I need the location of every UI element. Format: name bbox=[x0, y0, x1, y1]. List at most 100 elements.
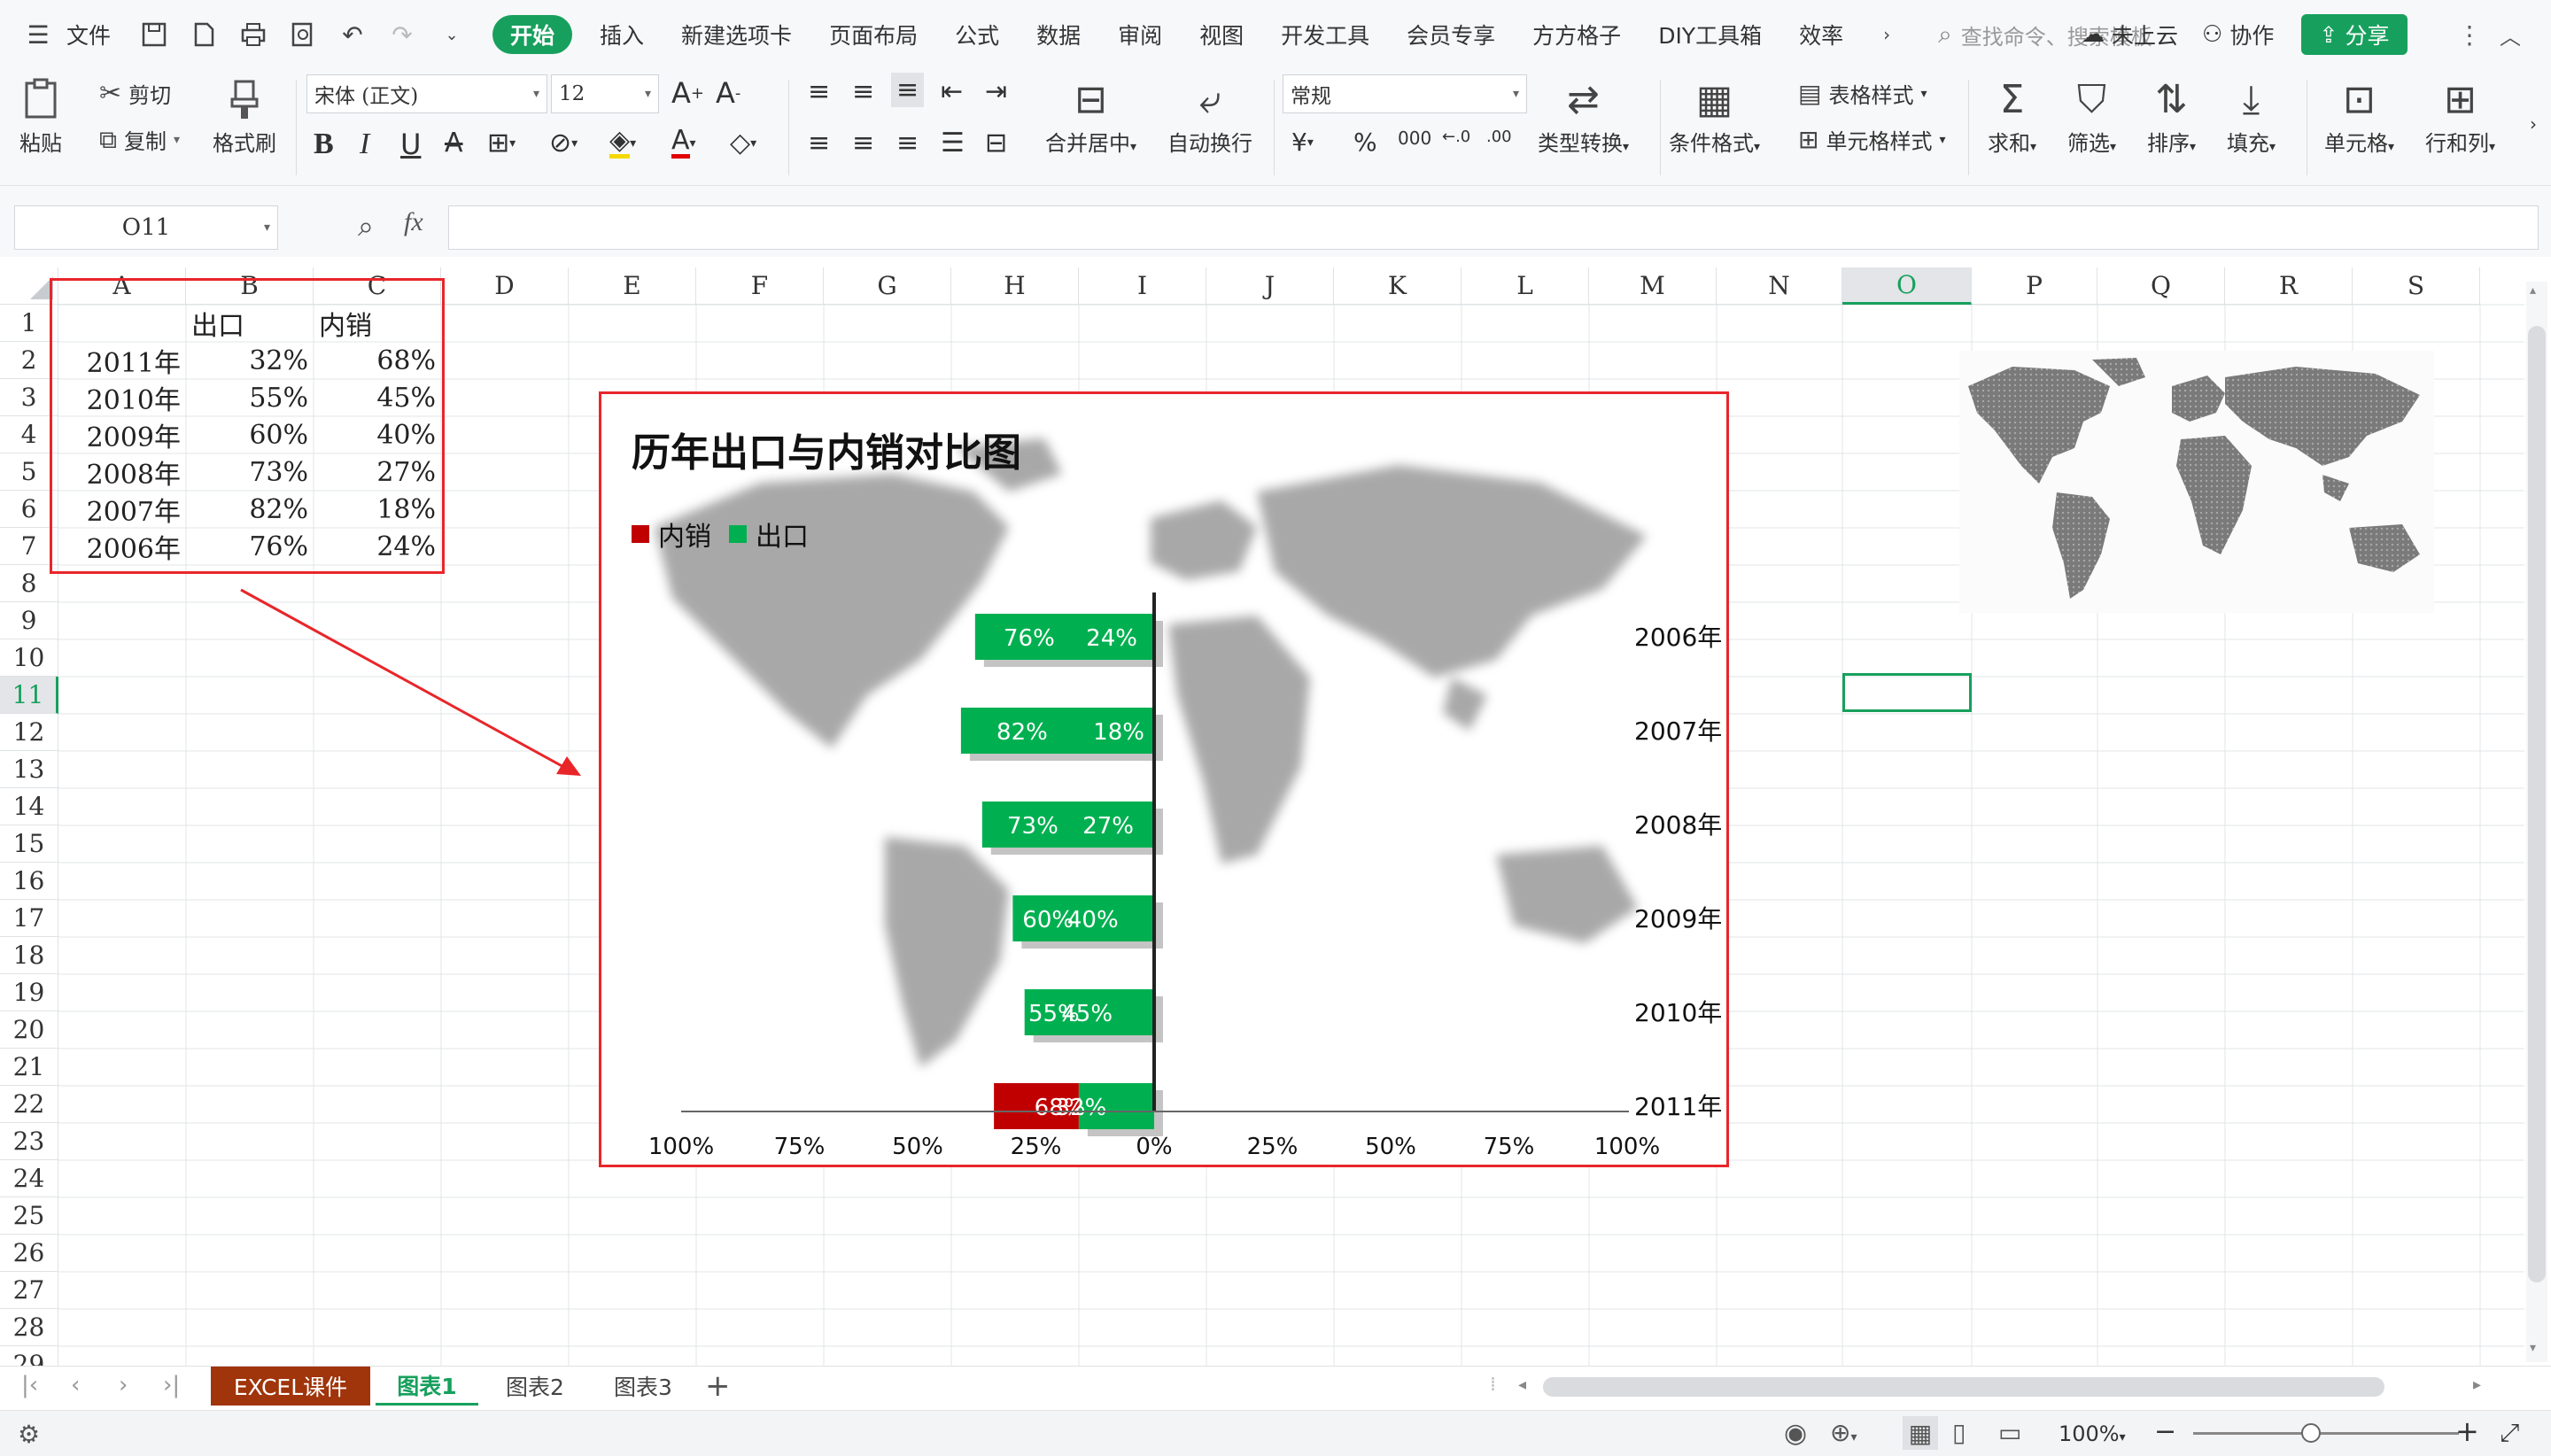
fill-pattern-icon[interactable]: ⊘ ▾ bbox=[549, 128, 578, 159]
italic-icon[interactable]: I bbox=[360, 128, 369, 161]
macro-record-icon[interactable]: ⚙ bbox=[18, 1420, 40, 1449]
align-middle-icon[interactable]: ≡ bbox=[852, 76, 874, 107]
menu-tab[interactable]: 新建选项卡 bbox=[663, 0, 810, 69]
decrease-indent-icon[interactable]: ⇤ bbox=[941, 76, 963, 107]
sort-button[interactable]: ⇅ 排序▾ bbox=[2147, 73, 2196, 157]
menu-tab[interactable]: 页面布局 bbox=[810, 0, 936, 69]
justify-icon[interactable]: ☰ bbox=[941, 128, 965, 159]
thousands-separator-icon[interactable]: 000 bbox=[1398, 128, 1431, 149]
filter-button[interactable]: ⛉ 筛选▾ bbox=[2067, 73, 2116, 157]
scroll-right-icon[interactable]: ▸ bbox=[2473, 1375, 2481, 1394]
menu-tab[interactable]: 开始 bbox=[492, 15, 573, 54]
underline-icon[interactable]: U bbox=[400, 128, 421, 161]
more-tabs-chevron-icon[interactable]: › bbox=[1870, 18, 1904, 51]
share-button[interactable]: ⇪ 分享 bbox=[2301, 14, 2408, 55]
increase-indent-icon[interactable]: ⇥ bbox=[985, 76, 1007, 107]
cut-button[interactable]: ✂ 剪切 bbox=[99, 78, 171, 109]
scroll-up-icon[interactable]: ▴ bbox=[2530, 283, 2536, 298]
sheet-tab[interactable]: 图表1 bbox=[376, 1367, 478, 1406]
type-convert-button[interactable]: ⇄ 类型转换▾ bbox=[1538, 73, 1629, 157]
menu-tab[interactable]: 审阅 bbox=[1099, 0, 1181, 69]
sheet-tab[interactable]: 图表2 bbox=[484, 1367, 586, 1406]
print-icon[interactable] bbox=[236, 18, 270, 51]
more-options-icon[interactable]: ⋮ bbox=[2457, 20, 2482, 50]
menu-tab[interactable]: 会员专享 bbox=[1388, 0, 1514, 69]
horizontal-scrollbar-thumb[interactable] bbox=[1543, 1377, 2384, 1397]
align-center-icon[interactable]: ≡ bbox=[852, 128, 874, 159]
align-bottom-icon[interactable]: ≡ bbox=[891, 73, 925, 107]
formula-input[interactable] bbox=[448, 205, 2539, 250]
undo-icon[interactable]: ↶ bbox=[336, 18, 369, 51]
redo-icon[interactable]: ↷ bbox=[385, 18, 419, 51]
row-col-button[interactable]: ⊞ 行和列▾ bbox=[2425, 73, 2495, 157]
scroll-down-icon[interactable]: ▾ bbox=[2530, 1341, 2536, 1355]
menu-tab[interactable]: 方方格子 bbox=[1514, 0, 1640, 69]
zoom-in-icon[interactable]: + bbox=[2455, 1414, 2479, 1448]
sheet-tab[interactable]: EXCEL课件 bbox=[211, 1367, 370, 1406]
hamburger-menu-icon[interactable]: ☰ bbox=[21, 18, 55, 51]
font-color-icon[interactable]: A ▾ bbox=[671, 128, 696, 159]
save-icon[interactable] bbox=[137, 18, 171, 51]
decrease-decimal-icon[interactable]: .00 bbox=[1486, 128, 1512, 146]
sum-button[interactable]: Σ 求和▾ bbox=[1988, 73, 2036, 157]
collaborate-button[interactable]: ⚇ 协作 bbox=[2202, 19, 2274, 50]
menu-tab[interactable]: 效率 bbox=[1780, 0, 1862, 69]
menu-tab[interactable]: 视图 bbox=[1181, 0, 1262, 69]
sheet-tab[interactable]: 图表3 bbox=[592, 1367, 694, 1406]
increase-font-icon[interactable]: A + bbox=[671, 76, 704, 110]
font-size-select[interactable]: 12 ▾ bbox=[551, 74, 659, 113]
font-name-select[interactable]: 宋体 (正文) ▾ bbox=[306, 74, 547, 113]
world-map-picture[interactable] bbox=[1959, 351, 2434, 613]
fx-icon[interactable]: fx bbox=[404, 207, 423, 237]
increase-decimal-icon[interactable]: ←.0 bbox=[1442, 128, 1470, 146]
cell-style-button[interactable]: ⊞ 单元格样式 ▾ bbox=[1798, 124, 1946, 155]
tab-splitter-icon[interactable]: ⁞ bbox=[1490, 1374, 1496, 1396]
merge-center-button[interactable]: ⊟ 合并居中▾ bbox=[1045, 73, 1136, 157]
align-top-icon[interactable]: ≡ bbox=[808, 76, 830, 107]
table-style-button[interactable]: ▤ 表格样式 ▾ bbox=[1798, 78, 1927, 109]
zoom-slider-thumb[interactable] bbox=[2301, 1423, 2321, 1443]
clear-format-icon[interactable]: ◇ ▾ bbox=[730, 128, 756, 159]
bold-icon[interactable]: B bbox=[314, 128, 334, 161]
border-icon[interactable]: ⊞ ▾ bbox=[487, 128, 516, 159]
conditional-format-button[interactable]: ▦ 条件格式▾ bbox=[1669, 73, 1760, 157]
menu-tab[interactable]: 公式 bbox=[936, 0, 1018, 69]
format-painter-button[interactable]: 格式刷 bbox=[213, 73, 276, 157]
next-sheet-icon[interactable]: › bbox=[119, 1372, 128, 1398]
fullscreen-icon[interactable]: ⤢ bbox=[2500, 1418, 2519, 1448]
eye-protection-icon[interactable]: ◉ bbox=[1784, 1418, 1807, 1449]
vertical-scrollbar-thumb[interactable] bbox=[2528, 326, 2546, 1282]
align-right-icon[interactable]: ≡ bbox=[896, 128, 919, 159]
file-menu[interactable]: 文件 bbox=[63, 0, 129, 69]
freeze-panes-icon[interactable]: ⊕▾ bbox=[1830, 1418, 1857, 1447]
menu-tab[interactable]: 插入 bbox=[581, 0, 663, 69]
zoom-slider-track[interactable] bbox=[2193, 1432, 2459, 1435]
chart-container[interactable]: 历年出口与内销对比图 内销 出口 76% 24% 2006年 82% 18% 2007年 7… bbox=[599, 391, 1729, 1167]
export-pdf-icon[interactable] bbox=[187, 18, 221, 51]
ribbon-scroll-right-icon[interactable]: › bbox=[2530, 113, 2537, 135]
zoom-level[interactable]: 100%▾ bbox=[2059, 1421, 2126, 1446]
decrease-font-icon[interactable]: A- bbox=[716, 76, 740, 110]
percent-icon[interactable]: % bbox=[1353, 128, 1377, 157]
vertical-scrollbar[interactable]: ▴ ▾ bbox=[2526, 282, 2547, 1362]
currency-icon[interactable]: ¥ ▾ bbox=[1291, 128, 1314, 157]
prev-sheet-icon[interactable]: ‹ bbox=[71, 1372, 80, 1398]
name-box[interactable]: O11 ▾ bbox=[14, 205, 278, 250]
align-left-icon[interactable]: ≡ bbox=[808, 128, 830, 159]
first-sheet-icon[interactable]: |‹ bbox=[21, 1372, 38, 1398]
zoom-formula-icon[interactable]: ⌕ bbox=[358, 209, 374, 244]
menu-tab[interactable]: 数据 bbox=[1018, 0, 1099, 69]
quick-access-dropdown-icon[interactable]: ⌄ bbox=[435, 18, 469, 51]
add-sheet-icon[interactable]: + bbox=[705, 1368, 731, 1404]
collapse-ribbon-icon[interactable]: ︿ bbox=[2500, 19, 2521, 50]
last-sheet-icon[interactable]: ›| bbox=[163, 1372, 180, 1398]
fill-button[interactable]: ⤓ 填充▾ bbox=[2227, 73, 2276, 157]
print-preview-icon[interactable] bbox=[286, 18, 320, 51]
copy-button[interactable]: ⧉ 复制 ▾ bbox=[99, 124, 180, 155]
cloud-status[interactable]: ☁ 未上云 bbox=[2082, 19, 2178, 50]
menu-tab[interactable]: DIY工具箱 bbox=[1640, 0, 1780, 69]
cell-button[interactable]: ⊡ 单元格▾ bbox=[2324, 73, 2394, 157]
page-break-view-icon[interactable]: ▭ bbox=[1998, 1418, 2021, 1447]
wrap-text-button[interactable]: ⤶ 自动换行 bbox=[1167, 73, 1252, 157]
number-format-select[interactable]: 常规 ▾ bbox=[1283, 74, 1527, 113]
